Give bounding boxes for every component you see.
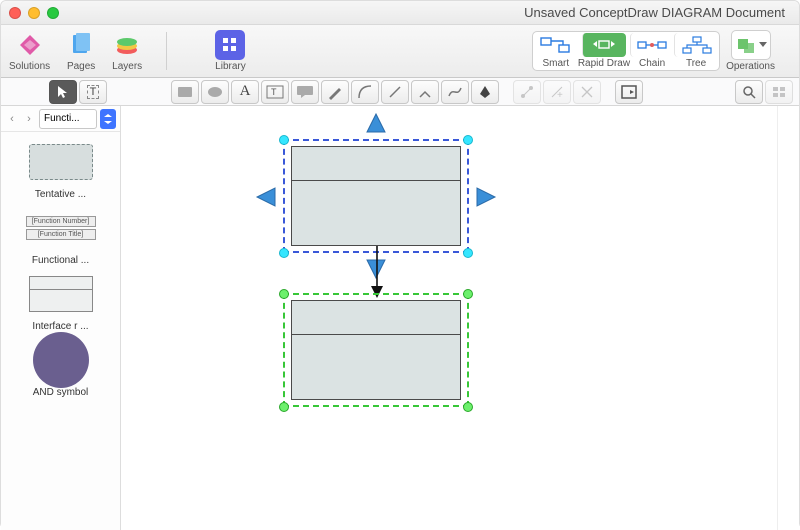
toolbar-label: Pages	[67, 61, 95, 72]
toolbar-pages[interactable]: Pages	[66, 30, 96, 72]
toolbar-label: Tree	[686, 58, 706, 69]
callout-shape[interactable]	[291, 80, 319, 104]
shape-fn-number: [Function Number]	[26, 216, 96, 227]
handle-icon[interactable]	[463, 289, 473, 299]
close-window-button[interactable]	[9, 7, 21, 19]
rapid-arrow-up-icon[interactable]	[365, 112, 387, 134]
toolbar-connect-modes: Smart Rapid Draw Chain Tree	[532, 31, 720, 71]
toolbar-label: Chain	[639, 58, 665, 69]
toolbar-rapid-draw[interactable]: Rapid Draw	[578, 33, 630, 69]
connector-arrow[interactable]	[371, 246, 383, 300]
handle-icon[interactable]	[279, 135, 289, 145]
toolbar-label: Rapid Draw	[578, 58, 630, 69]
connector-tool[interactable]	[411, 80, 439, 104]
handle-icon[interactable]	[279, 402, 289, 412]
library-nav: ‹ › Functi...	[1, 106, 120, 132]
shape-interface[interactable]: Interface r ...	[1, 272, 120, 332]
pen-tool[interactable]	[321, 80, 349, 104]
fountain-pen-tool[interactable]	[471, 80, 499, 104]
toolbar-label: Library	[215, 61, 246, 72]
toolbar-separator	[166, 32, 167, 70]
text-tool[interactable]: T	[79, 80, 107, 104]
right-panel-edge	[777, 106, 799, 530]
add-point-tool[interactable]: +	[543, 80, 571, 104]
shape-functional[interactable]: [Function Number] [Function Title] Funct…	[1, 206, 120, 266]
toolbar-smart[interactable]: Smart	[534, 33, 578, 69]
line-tool[interactable]	[381, 80, 409, 104]
toolbar-solutions[interactable]: Solutions	[9, 30, 50, 72]
handle-icon[interactable]	[463, 402, 473, 412]
thumbnail-toggle[interactable]	[765, 80, 793, 104]
arc-tool[interactable]	[351, 80, 379, 104]
ellipse-shape[interactable]	[201, 80, 229, 104]
selection-box-bottom	[283, 293, 469, 407]
shape-label: Tentative ...	[35, 189, 86, 200]
library-selector[interactable]: Functi...	[39, 109, 97, 129]
toolbar-chain[interactable]: Chain	[630, 33, 674, 69]
toolbar-label: Solutions	[9, 61, 50, 72]
shape-tentative[interactable]: Tentative ...	[1, 140, 120, 200]
svg-text:+: +	[557, 90, 563, 100]
chevron-down-icon	[759, 41, 767, 49]
handle-icon[interactable]	[279, 248, 289, 258]
search-icon[interactable]	[735, 80, 763, 104]
shape-toolbar: T A T +	[1, 78, 799, 106]
rectangle-shape[interactable]	[171, 80, 199, 104]
rapid-arrow-left-icon[interactable]	[255, 186, 277, 208]
shape-label: AND symbol	[33, 387, 89, 398]
minimize-window-button[interactable]	[28, 7, 40, 19]
window-titlebar: Unsaved ConceptDraw DIAGRAM Document	[1, 1, 799, 25]
handle-icon[interactable]	[279, 289, 289, 299]
library-shapes: Tentative ... [Function Number] [Functio…	[1, 132, 120, 530]
toolbar-label: Smart	[542, 58, 569, 69]
library-dropdown[interactable]	[100, 109, 116, 129]
handle-icon[interactable]	[463, 248, 473, 258]
library-selector-label: Functi...	[44, 113, 80, 124]
library-sidebar: ‹ › Functi... Tentative ... [Function Nu…	[1, 106, 121, 530]
zoom-window-button[interactable]	[47, 7, 59, 19]
pointer-tool[interactable]	[49, 80, 77, 104]
handle-icon[interactable]	[463, 135, 473, 145]
rapid-arrow-right-icon[interactable]	[475, 186, 497, 208]
main-toolbar: Solutions Pages Layers Library Smart Rap…	[1, 25, 799, 78]
svg-text:T: T	[271, 87, 277, 97]
spline-tool[interactable]	[441, 80, 469, 104]
toolbar-label: Layers	[112, 61, 142, 72]
nav-next[interactable]: ›	[22, 110, 36, 128]
window-title: Unsaved ConceptDraw DIAGRAM Document	[66, 5, 791, 20]
shape-fn-title: [Function Title]	[26, 229, 96, 240]
shape-label: Interface r ...	[32, 321, 88, 332]
selection-box-top	[283, 139, 469, 253]
toolbar-layers[interactable]: Layers	[112, 30, 142, 72]
text-shape[interactable]: A	[231, 80, 259, 104]
container-tool[interactable]	[615, 80, 643, 104]
toolbar-tree[interactable]: Tree	[674, 33, 718, 69]
drawing-canvas[interactable]	[121, 106, 799, 530]
shape-and-symbol[interactable]: AND symbol	[1, 338, 120, 398]
textbox-shape[interactable]: T	[261, 80, 289, 104]
shape-label: Functional ...	[32, 255, 89, 266]
edit-points-tool[interactable]	[513, 80, 541, 104]
toolbar-label: Operations	[726, 61, 775, 72]
toolbar-library[interactable]: Library	[215, 30, 246, 72]
cut-tool[interactable]	[573, 80, 601, 104]
toolbar-operations[interactable]: Operations	[726, 30, 775, 72]
nav-prev[interactable]: ‹	[5, 110, 19, 128]
